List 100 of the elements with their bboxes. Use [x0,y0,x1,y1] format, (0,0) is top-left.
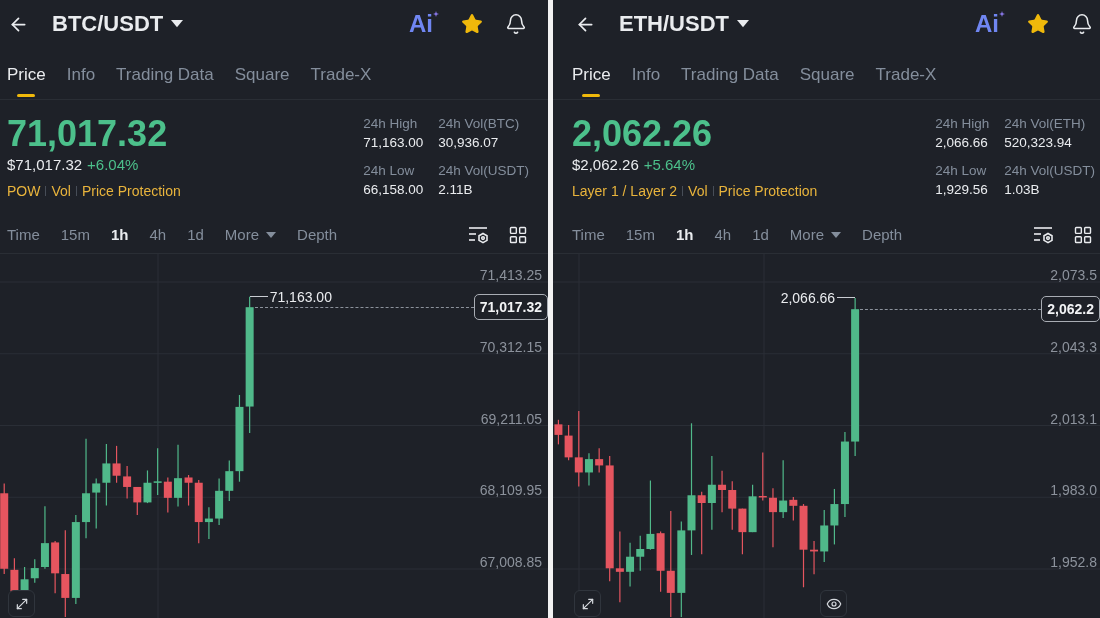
last-price: 2,062.26 [572,114,714,154]
stat-label: 24h Vol(USDT) [1004,162,1095,180]
price-axis-label: 69,211.05 [480,409,542,428]
rising-candle [153,447,162,496]
grid-icon[interactable] [1073,224,1093,245]
interval-option[interactable]: 1d [187,224,204,245]
rising-candle [626,542,635,588]
more-dropdown[interactable]: More [789,224,842,245]
falling-candle [768,487,777,548]
tag-link[interactable]: POW [7,182,41,200]
falling-candle [728,480,737,531]
stat-value: 30,936.07 [438,134,500,152]
price-change: +5.64% [643,155,696,175]
sparkle-icon [433,11,439,17]
falling-candle [554,419,563,445]
tab[interactable]: Price [572,64,611,99]
tag-link[interactable]: Layer 1 / Layer 2 [572,182,678,200]
price-axis-label: 2,043.3 [1050,337,1097,356]
chart-settings-icon[interactable] [1033,225,1053,244]
rising-candle [584,452,593,487]
interval-option[interactable]: 4h [714,224,732,245]
leader-line [249,296,268,298]
falling-candle [738,508,747,555]
price-axis-label: 1,952.8 [1050,553,1097,571]
rising-candle [779,459,788,519]
rising-candle [748,484,757,533]
pair-selector[interactable]: BTC/USDT [52,10,184,38]
tag-link[interactable]: Vol [688,182,708,200]
tab[interactable]: Trade-X [875,64,937,99]
rising-candle [204,506,213,540]
star-icon[interactable] [461,13,483,35]
usd-price: $2,062.26 [572,155,639,175]
stat-label: 24h Vol(ETH) [1004,115,1087,133]
rising-candle [174,444,182,508]
ai-button[interactable]: Ai [975,10,1005,38]
bell-icon[interactable] [1071,13,1093,35]
tag-link[interactable]: Price Protection [81,182,181,200]
usd-price: $71,017.32 [7,155,83,175]
tab[interactable]: Trading Data [681,64,779,99]
pair-selector[interactable]: ETH/USDT [619,10,749,38]
high-price-label: 71,163.00 [269,287,332,306]
stat-value: 2.11B [438,181,474,199]
interval-option[interactable]: 15m [625,224,655,245]
chart-settings-icon[interactable] [468,225,488,244]
caret-icon [266,231,277,238]
falling-candle [123,465,132,500]
stat-label: 24h High [935,115,990,133]
interval-option[interactable]: 1d [752,224,769,245]
interval-option[interactable]: Time [7,224,40,245]
price-axis-label: 70,312.15 [479,337,542,356]
tab[interactable]: Square [799,64,855,99]
ai-button[interactable]: Ai [409,10,439,38]
more-dropdown[interactable]: More [224,224,277,245]
star-icon[interactable] [1027,13,1049,35]
tab[interactable]: Trading Data [116,64,214,99]
tab[interactable]: Info [631,64,661,99]
interval-option[interactable]: 1h [110,224,129,245]
stat-value: 520,323.94 [1004,134,1073,152]
price-axis-label: 2,013.1 [1050,409,1097,428]
current-price-tag: 2,062.2 [1041,296,1100,323]
tab[interactable]: Info [66,64,96,99]
falling-candle [697,491,706,555]
caret-icon [831,231,842,238]
sparkle-icon [999,11,1005,17]
rising-candle [215,477,224,526]
grid-icon[interactable] [508,224,528,245]
high-price-label: 2,066.66 [780,288,836,307]
tab[interactable]: Price [7,64,46,99]
interval-option[interactable]: 1h [675,224,694,245]
expand-button[interactable] [8,590,35,617]
price-change: +6.04% [87,155,139,175]
tab[interactable]: Trade-X [310,64,372,99]
tag-link[interactable]: Price Protection [718,182,818,200]
expand-button[interactable] [574,590,601,617]
price-axis-label: 1,983.0 [1050,481,1097,500]
stat-value: 71,163.00 [363,134,424,152]
stat-label: 24h Low [363,162,416,180]
eye-button[interactable] [820,590,847,617]
tab[interactable]: Square [234,64,290,99]
interval-option[interactable]: 15m [60,224,90,245]
falling-candle [718,470,727,513]
falling-candle [112,445,121,484]
stat-label: 24h Vol(BTC) [438,115,521,133]
falling-candle [758,451,767,502]
stat-value: 1.03B [1004,181,1041,199]
caret-icon [737,20,749,28]
interval-option[interactable]: Time [572,224,605,245]
stat-label: 24h Low [935,162,988,180]
interval-option[interactable]: Depth [297,224,338,245]
stat-label: 24h High [363,115,419,133]
caret-icon [171,20,184,28]
interval-option[interactable]: 4h [149,224,167,245]
stat-label: 24h Vol(USDT) [438,162,529,180]
stat-value: 1,929.56 [935,181,989,199]
tag-link[interactable]: Vol [51,182,71,200]
falling-candle [133,486,142,516]
bell-icon[interactable] [505,13,527,35]
interval-option[interactable]: Depth [862,224,903,245]
falling-candle [163,476,172,514]
stat-value: 66,158.00 [363,181,424,199]
